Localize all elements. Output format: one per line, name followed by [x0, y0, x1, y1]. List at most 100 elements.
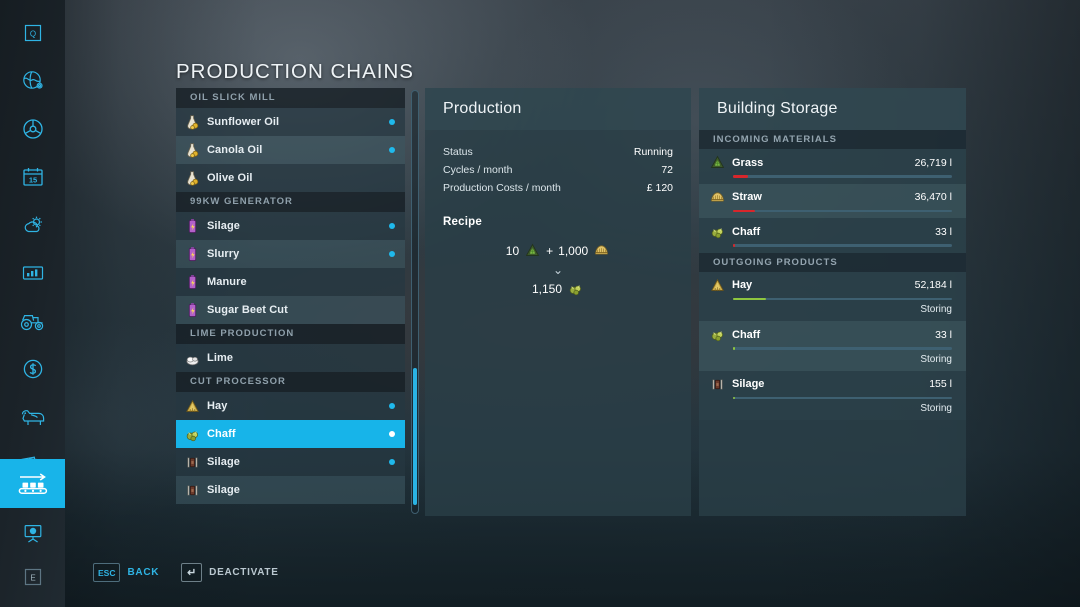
help-keycap: ↵ [181, 563, 203, 582]
chain-list-item[interactable]: Lime [176, 344, 405, 372]
sidebar-item-steering-wheel-icon[interactable] [0, 104, 65, 153]
statistics-icon [22, 265, 43, 280]
storage-row[interactable]: Chaff 33 l [699, 218, 966, 253]
silage-icon [187, 485, 198, 495]
sidebar-item-construction-icon[interactable] [0, 508, 65, 557]
chain-list-item[interactable]: Sunflower Oil [176, 108, 405, 136]
chaff-icon [569, 285, 581, 296]
sidebar-item-production-chains[interactable] [0, 459, 65, 508]
production-stat-value: 72 [661, 164, 673, 176]
production-stat-key: Status [443, 146, 473, 158]
sidebar-item-finances-icon[interactable] [0, 344, 65, 393]
active-status-dot [389, 431, 395, 437]
recipe-outputs: 1,150 [443, 280, 673, 297]
animals-icon [21, 409, 44, 425]
storage-row[interactable]: Straw 36,470 l [699, 183, 966, 218]
quest-icon: Q [24, 24, 41, 41]
chain-list-item[interactable]: Silage [176, 212, 405, 240]
chain-list-item[interactable]: Olive Oil [176, 164, 405, 192]
storage-fill-bar-track [733, 244, 952, 247]
active-status-dot [389, 459, 395, 465]
sidebar-item-tractor-icon[interactable] [0, 296, 65, 345]
production-stat-row: Production Costs / month £ 120 [443, 182, 673, 194]
recipe-input-amount: 1,000 [558, 243, 589, 258]
production-panel: Production Status Running Cycles / month 72… [425, 88, 691, 516]
chain-list-item[interactable]: Silage [176, 448, 405, 476]
storage-section-header: OUTGOING PRODUCTS [699, 252, 966, 272]
recipe-label: Recipe [443, 216, 482, 228]
storage-status-text: Storing [920, 353, 952, 365]
chain-list-item-label: Canola Oil [207, 144, 263, 156]
storage-row[interactable]: Grass 26,719 l [699, 149, 966, 184]
storage-row-top: Chaff 33 l [709, 326, 952, 343]
recipe-input-amount: 10 [505, 243, 520, 258]
chaff-icon [711, 228, 723, 239]
weather-icon [24, 216, 42, 232]
storage-section-header: INCOMING MATERIALS [699, 130, 966, 149]
sidebar-item-exit-icon[interactable]: E [0, 552, 65, 601]
chain-list-item[interactable]: Manure [176, 268, 405, 296]
production-chain-list[interactable]: OIL SLICK MILL Sunflower Oil Canola Oil Oli… [176, 88, 405, 516]
recipe-output-amount: 1,150 [531, 281, 563, 296]
chaff-icon [711, 331, 723, 342]
help-bar: ESC BACK ↵ DEACTIVATE [93, 563, 279, 582]
active-status-dot [389, 147, 395, 153]
recipe-arrow-icon: ⌄ [552, 263, 564, 277]
storage-fill-bar-track [733, 209, 952, 212]
storage-status-text: Storing [920, 403, 952, 414]
sidebar-item-globe-icon[interactable] [0, 56, 65, 105]
storage-item-name: Silage [732, 378, 765, 390]
storage-row[interactable]: Silage 155 l Storing [699, 370, 966, 420]
chain-group-header: OIL SLICK MILL [176, 88, 405, 108]
chain-list-item[interactable]: Chaff [176, 420, 405, 448]
chain-list-item[interactable]: Slurry [176, 240, 405, 268]
sidebar-item-weather-icon[interactable] [0, 200, 65, 249]
chain-list-item[interactable]: Hay [176, 392, 405, 420]
svg-text:15: 15 [28, 175, 36, 184]
chain-list-item-label: Hay [207, 400, 228, 412]
calendar-icon: 15 [22, 167, 43, 186]
chain-list-item[interactable]: Canola Oil [176, 136, 405, 164]
list-scrollbar-thumb[interactable] [413, 368, 417, 505]
help-action-label: BACK [127, 567, 160, 578]
sidebar-item-statistics-icon[interactable] [0, 248, 65, 297]
straw-icon [711, 191, 724, 202]
storage-item-name: Straw [732, 191, 762, 203]
battery-icon [188, 302, 197, 317]
sidebar-item-calendar-icon[interactable]: 15 [0, 152, 65, 201]
chain-list-item-label: Slurry [207, 248, 240, 260]
hay-icon [186, 399, 199, 412]
storage-row[interactable]: Chaff 33 l Storing [699, 321, 966, 371]
storage-row-top: Grass 26,719 l [709, 154, 952, 171]
recipe-inputs: 10 +1,000 [443, 242, 673, 259]
chain-list-item-label: Sugar Beet Cut [207, 304, 288, 316]
help-action-label: DEACTIVATE [209, 567, 279, 578]
steering-wheel-icon [22, 118, 43, 139]
storage-sections: INCOMING MATERIALS Grass 26,719 l Straw 36,4… [699, 130, 966, 420]
exit-icon: E [24, 568, 41, 585]
chaff-icon [186, 430, 198, 441]
help-keycap: ESC [93, 563, 121, 582]
help-action[interactable]: ESC BACK [93, 563, 159, 582]
chain-list-item[interactable]: Sugar Beet Cut [176, 296, 405, 324]
battery-icon [188, 274, 197, 289]
grass-icon [710, 155, 725, 168]
storage-status-text: Storing [920, 304, 952, 315]
storage-fill-bar [733, 244, 736, 247]
sidebar-item-quest-icon[interactable]: Q [0, 8, 65, 57]
chain-list-item[interactable]: Silage [176, 476, 405, 504]
storage-item-name: Grass [732, 156, 764, 169]
production-panel-title: Production [425, 88, 691, 130]
chain-list-item-label: Silage [207, 456, 241, 468]
list-scrollbar[interactable] [411, 90, 419, 514]
help-action[interactable]: ↵ DEACTIVATE [181, 563, 278, 582]
construction-icon [24, 524, 41, 543]
sidebar-item-animals-icon[interactable] [0, 392, 65, 441]
storage-fill-bar [733, 396, 736, 399]
chain-list-item-label: Chaff [207, 428, 236, 440]
storage-item-amount: 26,719 l [914, 156, 952, 169]
svg-text:Q: Q [29, 29, 35, 38]
production-stat-key: Production Costs / month [443, 182, 561, 194]
storage-row[interactable]: Hay 52,184 l Storing [699, 271, 966, 321]
active-status-dot [389, 119, 395, 125]
